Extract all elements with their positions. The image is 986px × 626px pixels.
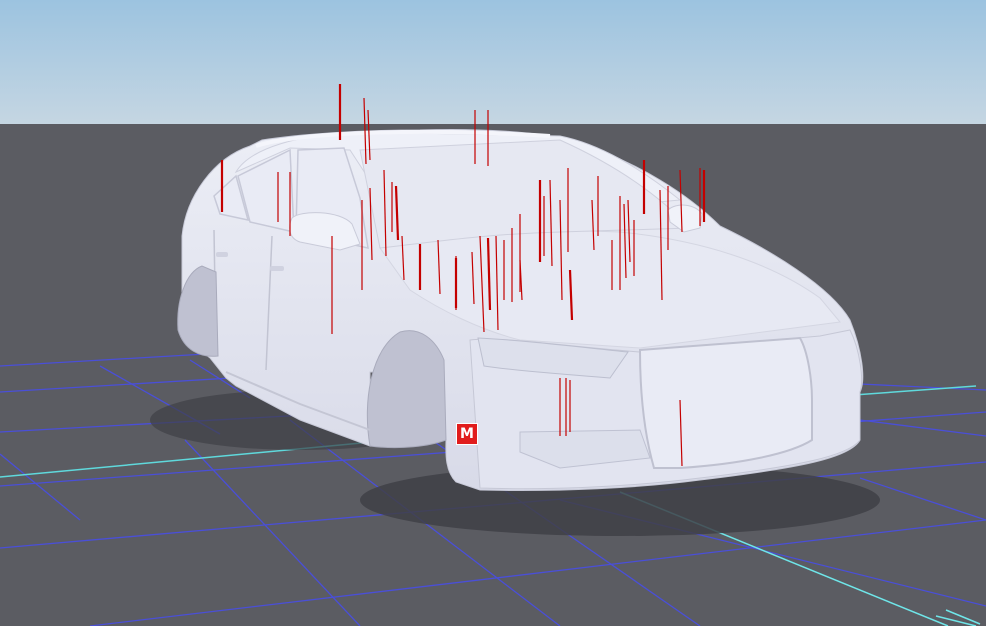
car-door-handle <box>270 266 284 271</box>
marker-badge-icon[interactable]: M <box>456 423 478 445</box>
scene-canvas[interactable] <box>0 0 986 626</box>
car-grille <box>638 336 813 469</box>
sky-background <box>0 0 986 124</box>
car-door-handle-rear <box>216 252 228 257</box>
3d-viewport[interactable]: M <box>0 0 986 626</box>
